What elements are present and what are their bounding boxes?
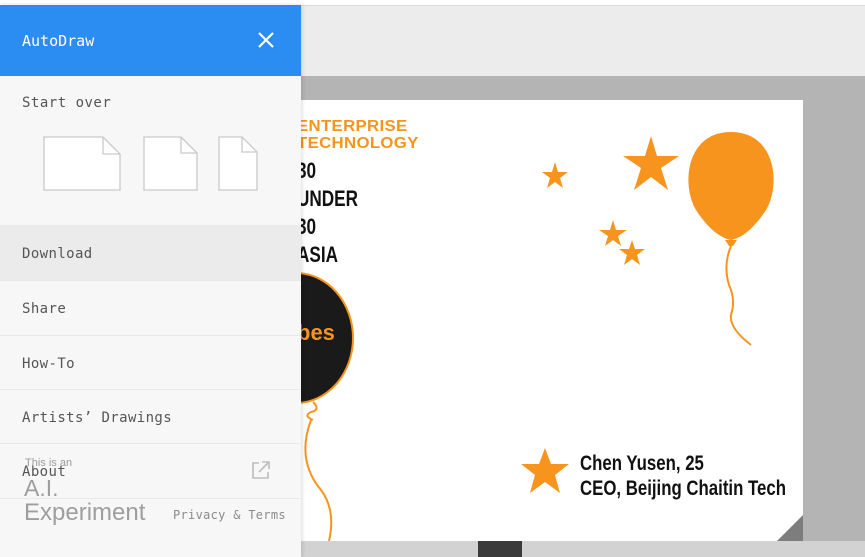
experiment-badge-ai: A.I. [24, 475, 59, 501]
poster-name: Chen Yusen, 25 [580, 452, 704, 475]
poster-line-30-b: 30 [301, 214, 317, 239]
menu-item-artists-drawings[interactable]: Artists’ Drawings [0, 389, 301, 444]
app-title: AutoDraw [22, 32, 95, 50]
poster-brand: bes [301, 320, 335, 345]
poster-line-asia: ASIA [301, 242, 338, 267]
square-paper-icon[interactable] [143, 136, 199, 191]
portrait-paper-icon[interactable] [218, 136, 259, 191]
star-icons [521, 136, 679, 493]
poster-artwork [301, 132, 774, 541]
star-icon [542, 162, 568, 188]
experiment-badge-word[interactable]: Experiment [24, 499, 145, 527]
orange-balloon-icon [688, 132, 774, 346]
menu-item-label: How-To [22, 356, 75, 372]
page-fold-corner [777, 515, 803, 541]
poster-line-enterprise: ENTERPRISE [301, 118, 408, 135]
menu-item-download[interactable]: Download [0, 225, 301, 280]
close-icon [258, 32, 274, 48]
menu-item-label: Share [22, 301, 67, 317]
menu-item-label: Artists’ Drawings [22, 410, 173, 426]
start-over-label: Start over [22, 95, 112, 111]
poster-title: CEO, Beijing Chaitin Tech [580, 477, 786, 500]
poster-line-30: 30 [301, 158, 317, 183]
bottom-toolbar [301, 541, 865, 557]
star-icon [623, 136, 679, 190]
menu-item-label: Download [22, 246, 93, 262]
external-link-icon[interactable] [251, 460, 271, 480]
toolbar-area [301, 5, 865, 77]
dark-balloon-icon [301, 272, 354, 541]
menu-item-share[interactable]: Share [0, 280, 301, 335]
star-icon [521, 448, 569, 493]
close-button[interactable] [252, 26, 280, 54]
poster-line-technology: TECHNOLOGY [301, 135, 419, 152]
sidebar-header: AutoDraw [0, 5, 301, 76]
experiment-badge-small: This is an [25, 457, 73, 469]
bottom-tab-handle[interactable] [478, 541, 522, 557]
drawing-canvas[interactable]: ENTERPRISE TECHNOLOGY 30 UNDER 30 ASIA b… [301, 100, 803, 541]
star-icon [599, 220, 627, 246]
landscape-paper-icon[interactable] [43, 136, 122, 191]
star-icon [619, 240, 645, 265]
sidebar-menu: AutoDraw Start over Download Share How-T… [0, 5, 301, 557]
privacy-terms-link[interactable]: Privacy & Terms [173, 508, 286, 522]
poster-line-under: UNDER [301, 186, 359, 211]
menu-item-how-to[interactable]: How-To [0, 335, 301, 390]
